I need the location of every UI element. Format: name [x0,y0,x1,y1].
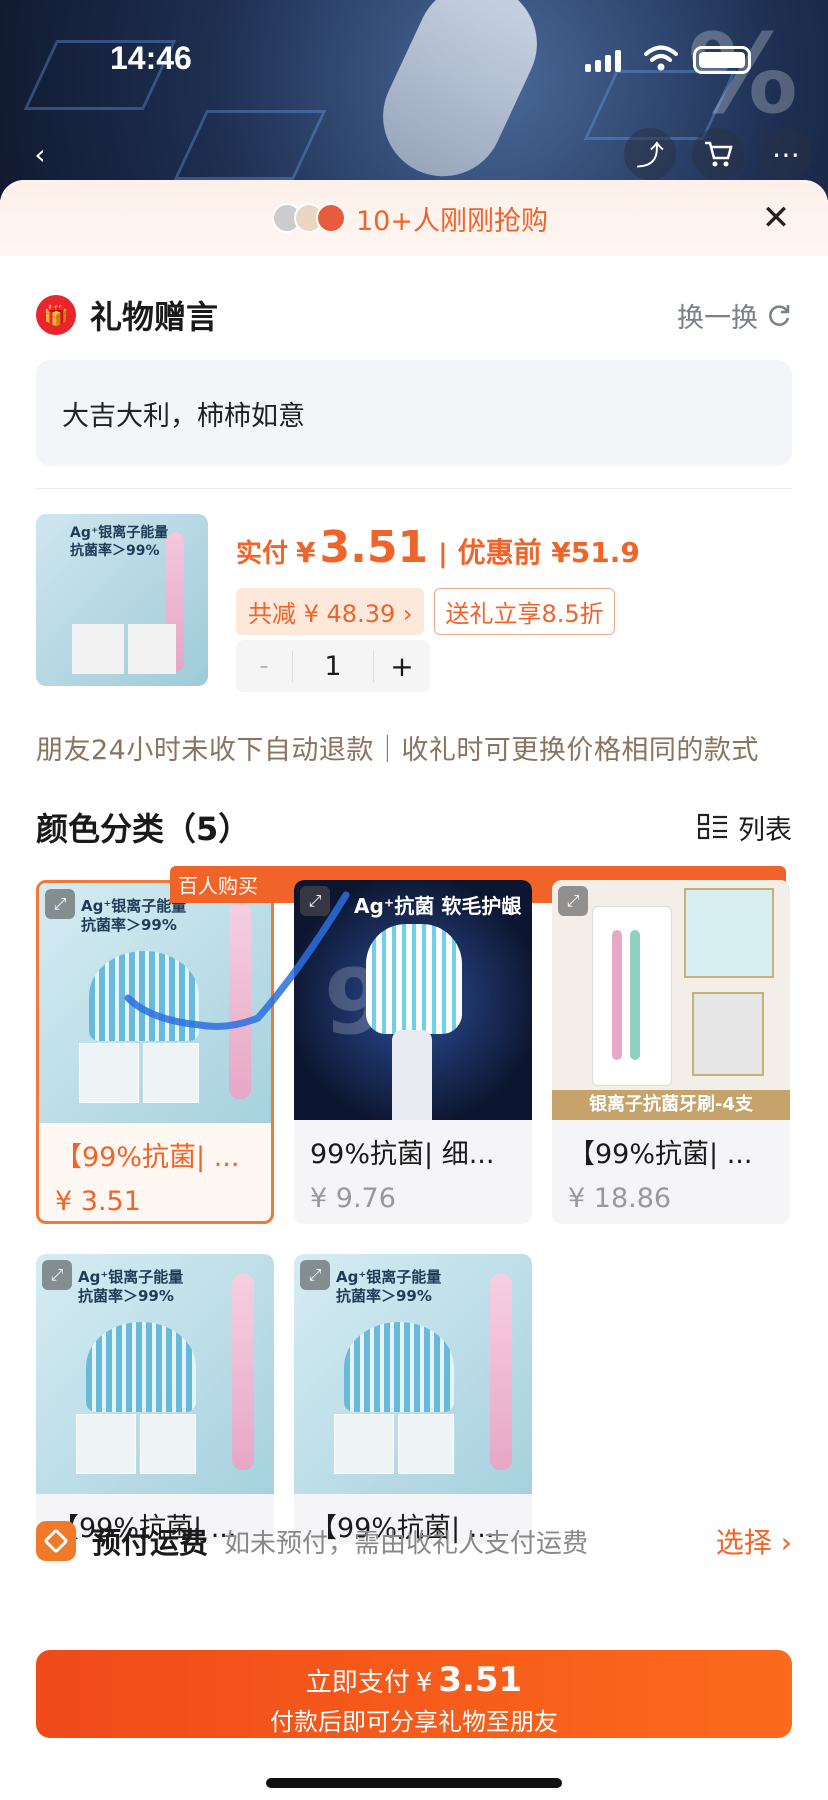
option-image-caption: Ag⁺银离子能量 抗菌率＞99% [336,1268,442,1305]
pay-button-amount: 3.51 [438,1660,523,1700]
gift-icon: 🎁 [36,295,76,335]
pay-price: 3.51 [319,522,429,573]
original-price: 优惠前 ¥51.9 [457,536,640,569]
swap-label: 换一换 [677,302,758,334]
price-line: 实付 ¥ 3.51 | 优惠前 ¥51.9 [236,522,640,573]
option-price: ¥ 3.51 [55,1186,141,1217]
status-bar: 14:46 [0,0,828,110]
price-separator: | [438,539,448,569]
shipping-choose-button[interactable]: 选择 › [716,1521,792,1561]
color-section-title: 颜色分类（5） [36,810,251,848]
status-time: 14:46 [110,40,192,76]
recent-buyers-banner: 10+人刚刚抢购 ✕ [0,180,828,256]
option-image-caption: Ag⁺银离子能量 抗菌率＞99% [78,1268,184,1305]
shipping-title: 预付运费 [92,1526,209,1560]
option-price: ¥ 9.76 [310,1183,396,1214]
expand-icon[interactable]: ⤢ [558,886,588,916]
quantity-stepper: - 1 + [236,640,430,692]
refresh-icon [769,305,790,326]
shipping-description: 如未预付，需由收礼人支付运费 [224,1528,589,1559]
swap-message-button[interactable]: 换一换 [677,296,792,335]
more-icon[interactable]: ⋯ [760,128,812,180]
pay-button-subtitle: 付款后即可分享礼物至朋友 [270,1708,558,1736]
pay-now-button[interactable]: 立即支付 ¥3.51 付款后即可分享礼物至朋友 [36,1650,792,1738]
pay-button-currency: ¥ [415,1668,433,1698]
list-label: 列表 [738,814,792,846]
home-indicator[interactable] [266,1778,562,1788]
back-icon[interactable]: ‹ [14,128,66,180]
cart-icon[interactable] [692,128,744,180]
option-name: 【99%抗菌| ... [55,1142,240,1173]
option-name: 99%抗菌| 细... [310,1139,495,1170]
product-thumbnail[interactable]: Ag⁺银离子能量 抗菌率＞99% [36,514,208,686]
color-option-card[interactable]: ⤢ Ag⁺银离子能量 抗菌率＞99% 【99%抗菌| ... [294,1254,532,1544]
option-image-caption: Ag⁺抗菌 软毛护龈 [354,894,522,918]
increase-button[interactable]: + [374,650,430,683]
expand-icon[interactable]: ⤢ [45,889,75,919]
shipping-icon [36,1521,76,1561]
expand-icon[interactable]: ⤢ [300,886,330,916]
discount-chip[interactable]: 共减 ¥ 48.39 › [236,588,425,635]
list-icon [698,813,727,840]
wifi-icon [644,45,678,71]
divider [36,488,792,489]
prepaid-shipping-row[interactable]: 预付运费 如未预付，需由收礼人支付运费 选择 › [36,1516,792,1566]
close-icon[interactable]: ✕ [756,198,796,238]
signal-icon [585,48,621,72]
option-price: ¥ 18.86 [568,1183,672,1214]
gift-discount-chip: 送礼立享8.5折 [434,588,615,635]
option-image-caption: 银离子抗菌牙刷-4支 [552,1090,790,1120]
gift-message-title: 礼物赠言 [90,298,219,336]
quantity-value[interactable]: 1 [292,650,374,682]
pay-label: 实付 [236,539,289,569]
option-name: 【99%抗菌| ... [568,1139,753,1170]
buyer-avatars [272,203,346,233]
battery-icon [693,46,751,74]
color-option-card[interactable]: ⤢ 99 Ag⁺抗菌 软毛护龈 99%抗菌| 细... ¥ 9.76 [294,880,532,1224]
share-icon[interactable]: ⤴ [624,128,676,180]
color-option-card[interactable]: ⤢ 银离子抗菌牙刷-4支 【99%抗菌| ... ¥ 18.86 [552,880,790,1224]
list-view-toggle[interactable]: 列表 [698,808,792,847]
gift-message-box[interactable]: 大吉大利，柿柿如意 [36,360,792,466]
gift-message-text: 大吉大利，柿柿如意 [62,400,305,432]
currency: ¥ [296,536,316,569]
pay-button-label: 立即支付 [305,1668,410,1698]
recent-buyers-text: 10+人刚刚抢购 [356,205,548,237]
color-option-card[interactable]: ⤢ Ag⁺银离子能量 抗菌率＞99% 【99%抗菌| ... ¥ 3.51 [36,880,274,1224]
expand-icon[interactable]: ⤢ [42,1260,72,1290]
thumbnail-caption: Ag⁺银离子能量 抗菌率＞99% [70,525,169,559]
product-summary: Ag⁺银离子能量 抗菌率＞99% 实付 ¥ 3.51 | 优惠前 ¥51.9 共… [36,514,792,694]
refund-notice: 朋友24小时未收下自动退款｜收礼时可更换价格相同的款式 [36,735,759,766]
decrease-button[interactable]: - [236,651,292,681]
expand-icon[interactable]: ⤢ [300,1260,330,1290]
color-option-card[interactable]: ⤢ Ag⁺银离子能量 抗菌率＞99% 【99%抗菌| ... [36,1254,274,1544]
